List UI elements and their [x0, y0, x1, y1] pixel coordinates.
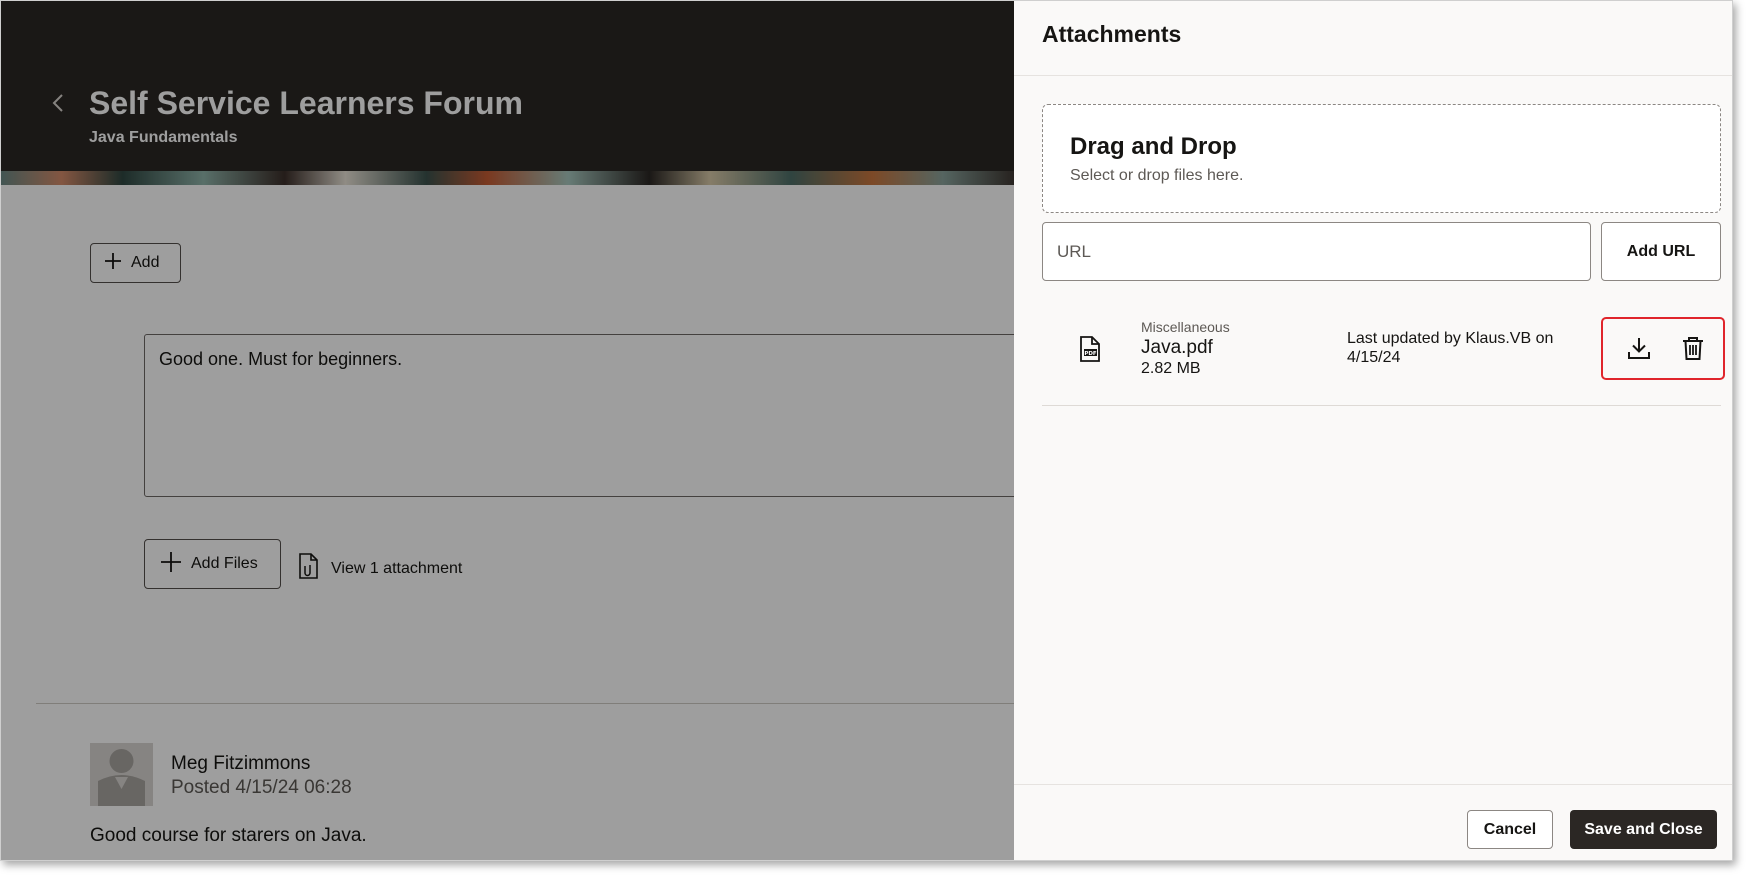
- attachment-name[interactable]: Java.pdf: [1141, 337, 1213, 359]
- drawer-header-divider: [1014, 75, 1732, 76]
- add-url-button[interactable]: Add URL: [1601, 222, 1721, 281]
- attachment-row-divider: [1042, 405, 1721, 406]
- trash-icon: [1682, 336, 1704, 365]
- attachment-row: PDF Miscellaneous Java.pdf 2.82 MB Last …: [1042, 306, 1725, 406]
- download-icon: [1627, 336, 1651, 365]
- drawer-footer-divider: [1014, 784, 1732, 785]
- modal-overlay[interactable]: [1, 1, 1014, 860]
- delete-button[interactable]: [1677, 334, 1709, 366]
- attachment-actions-highlight: [1601, 317, 1725, 380]
- attachments-drawer: Attachments Drag and Drop Select or drop…: [1014, 1, 1732, 860]
- app-window: Self Service Learners Forum Java Fundame…: [0, 0, 1733, 861]
- download-button[interactable]: [1623, 334, 1655, 366]
- attachment-category: Miscellaneous: [1141, 319, 1230, 335]
- save-and-close-button[interactable]: Save and Close: [1570, 810, 1717, 849]
- dropzone-subtitle: Select or drop files here.: [1070, 167, 1244, 184]
- file-dropzone[interactable]: Drag and Drop Select or drop files here.: [1042, 104, 1721, 213]
- svg-text:PDF: PDF: [1084, 351, 1097, 357]
- attachment-last-updated: Last updated by Klaus.VB on 4/15/24: [1347, 330, 1554, 366]
- url-input[interactable]: [1042, 222, 1591, 281]
- cancel-button[interactable]: Cancel: [1467, 810, 1553, 849]
- pdf-file-icon: PDF: [1079, 336, 1101, 362]
- drawer-title: Attachments: [1042, 21, 1182, 47]
- attachment-size: 2.82 MB: [1141, 360, 1201, 377]
- dropzone-title: Drag and Drop: [1070, 133, 1237, 160]
